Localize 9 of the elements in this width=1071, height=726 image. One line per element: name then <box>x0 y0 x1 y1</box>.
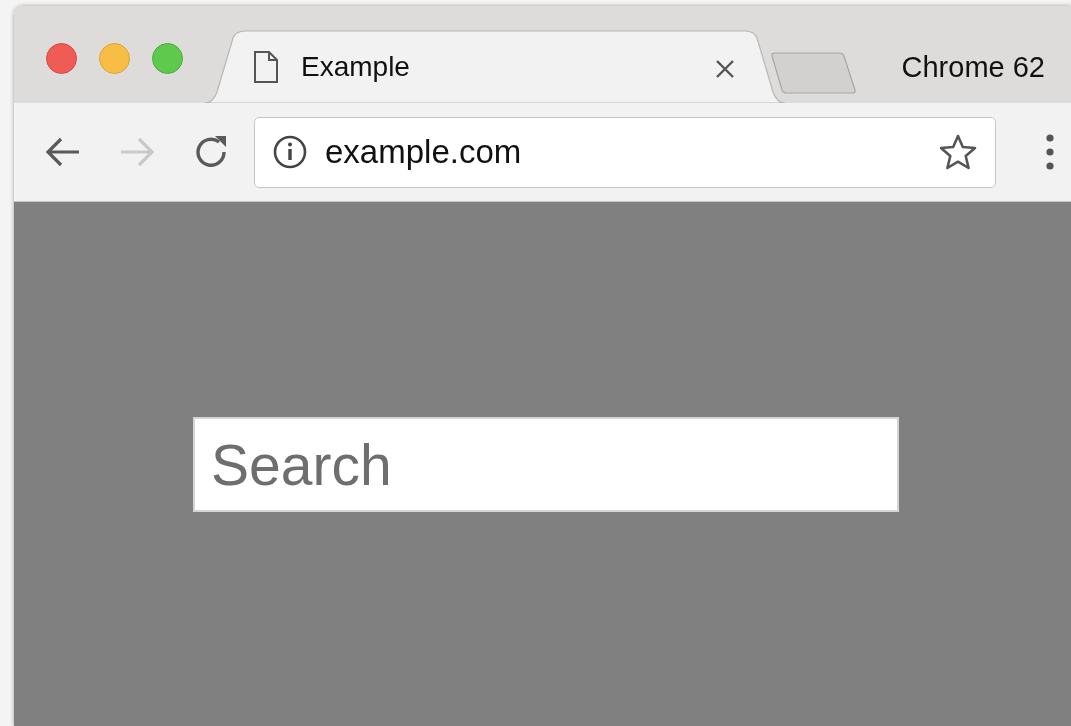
info-icon <box>273 135 307 169</box>
menu-button[interactable] <box>1045 133 1055 171</box>
search-field[interactable]: Search <box>193 417 899 512</box>
browser-version-label: Chrome 62 <box>901 50 1045 85</box>
close-window-button[interactable] <box>46 43 77 74</box>
bookmark-star-button[interactable] <box>939 134 977 170</box>
browser-tab[interactable]: Example <box>205 30 785 103</box>
address-bar[interactable]: example.com <box>254 116 996 188</box>
document-icon <box>253 49 279 84</box>
